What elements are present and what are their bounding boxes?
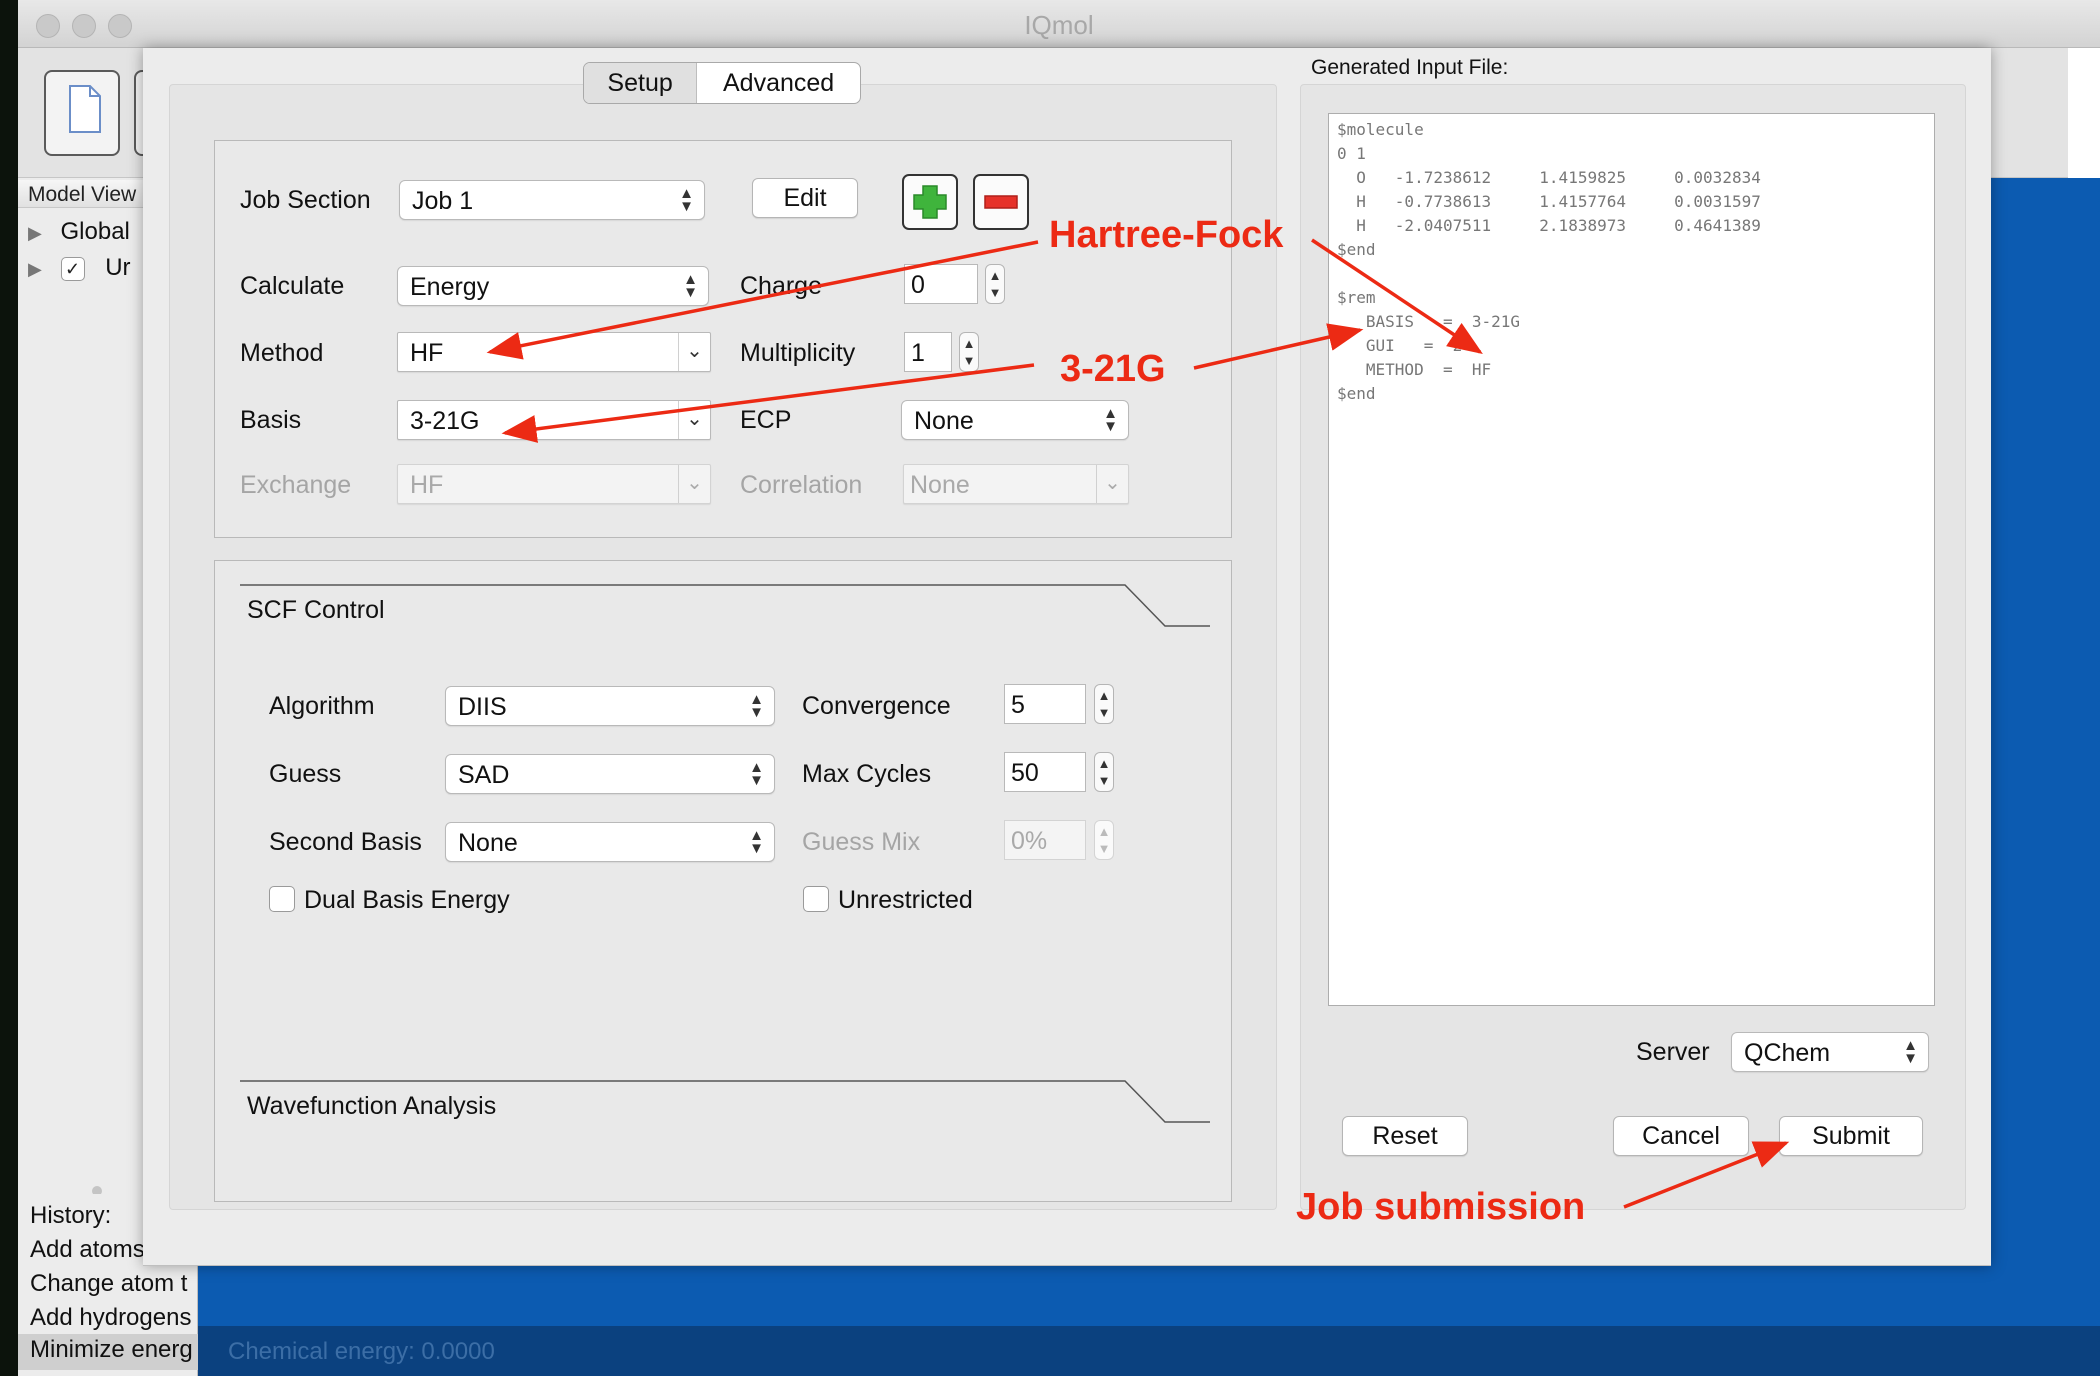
arrow-to-basis-line (1193, 323, 1364, 370)
arrow-to-basis (501, 363, 1035, 443)
arrow-to-method (486, 240, 1039, 360)
hartree-fock-annotation: Hartree-Fock (1049, 214, 1284, 256)
job-submission-annotation: Job submission (1296, 1186, 1586, 1228)
annotation-arrows (486, 238, 1790, 1209)
basis-annotation: 3-21G (1060, 348, 1166, 390)
arrow-to-submit (1623, 1141, 1790, 1209)
